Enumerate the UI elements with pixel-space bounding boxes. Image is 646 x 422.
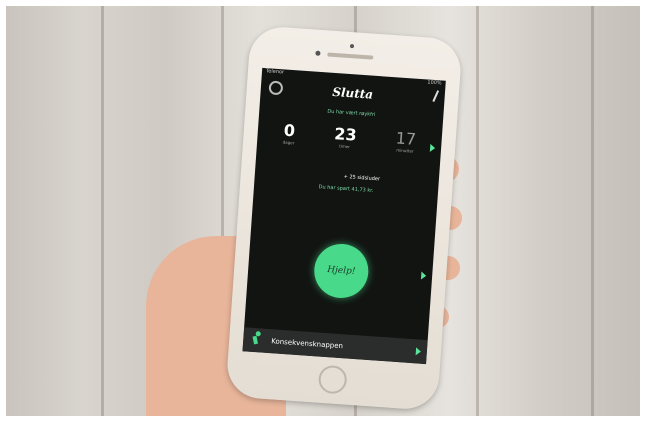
app-title: Slutta <box>331 84 374 102</box>
help-button[interactable]: Hjelp! <box>312 242 371 300</box>
consequence-button[interactable]: Konsekvensknappen <box>242 327 428 365</box>
cigarettes-avoided-text: + 25 sidsluder <box>343 173 381 183</box>
stat-minutes-value: 17 <box>395 128 417 149</box>
front-camera <box>315 50 321 56</box>
chevron-right-icon[interactable] <box>420 271 427 280</box>
stat-days: 0 dager <box>281 120 296 163</box>
stat-hours-value: 23 <box>333 124 358 145</box>
stat-minutes-label: minutter <box>396 147 414 154</box>
smartphone: Telenor 100% Slutta Du har vært røykfri … <box>225 25 463 411</box>
stat-days-value: 0 <box>283 120 296 141</box>
photo-frame: Telenor 100% Slutta Du har vært røykfri … <box>0 0 646 422</box>
stat-hours: 23 timer <box>332 124 358 166</box>
chevron-right-icon <box>415 347 422 356</box>
stat-days-label: dager <box>282 139 295 146</box>
wall-plank-line <box>591 6 594 416</box>
stat-minutes: 17 minutter <box>393 128 417 170</box>
wall-plank-line <box>101 6 104 416</box>
earpiece-speaker <box>327 52 374 60</box>
app-screen: Telenor 100% Slutta Du har vært røykfri … <box>242 67 446 365</box>
runner-body <box>252 335 258 345</box>
proximity-sensor <box>349 44 355 49</box>
consequence-button-label: Konsekvensknappen <box>270 337 344 351</box>
help-button-label: Hjelp! <box>326 264 356 277</box>
home-button[interactable] <box>317 364 348 395</box>
runner-icon <box>247 331 266 350</box>
chevron-right-icon[interactable] <box>429 143 436 153</box>
time-counter: 0 dager 23 timer 17 minutter <box>256 120 442 173</box>
photo-scene: Telenor 100% Slutta Du har vært røykfri … <box>6 6 640 416</box>
money-saved-text: Du har spart 41,73 kr. <box>318 184 374 194</box>
wall-plank-line <box>476 6 479 416</box>
